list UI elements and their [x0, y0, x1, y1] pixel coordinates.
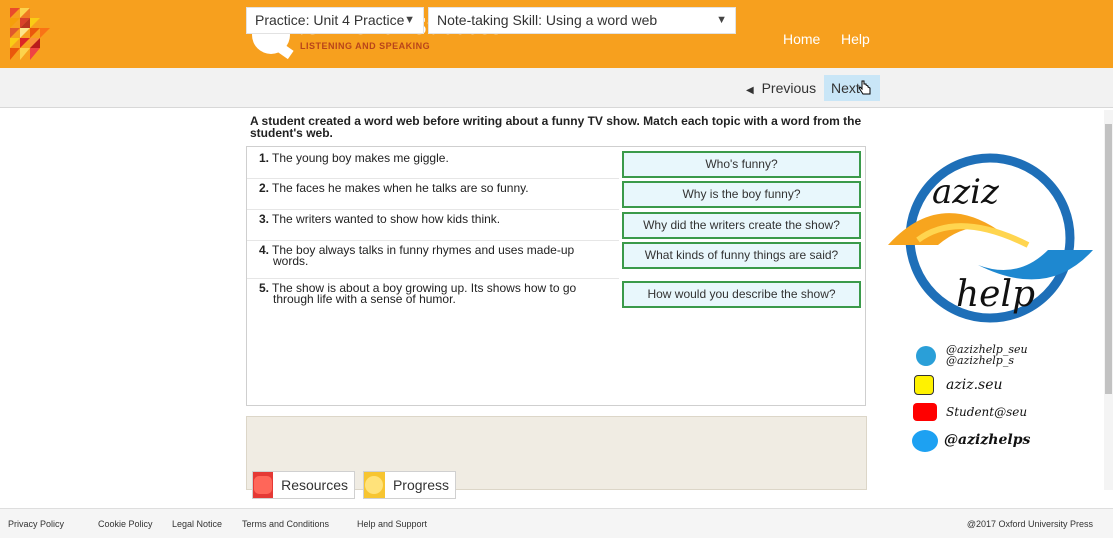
twitter-icon: [912, 430, 938, 452]
practice-select-value: Practice: Unit 4 Practice: [255, 12, 405, 28]
answer-box[interactable]: Why is the boy funny?: [622, 181, 861, 208]
folder-icon: [253, 472, 274, 498]
item-number: 1.: [259, 151, 270, 165]
answer-box[interactable]: Who's funny?: [622, 151, 861, 178]
footer-link-help[interactable]: Help and Support: [357, 519, 427, 529]
telegram-icon: [916, 346, 936, 366]
resources-label: Resources: [281, 477, 348, 493]
list-item: 5. The show is about a boy growing up. It…: [247, 282, 617, 306]
item-text-continued: through life with a sense of humor.: [273, 292, 456, 306]
telegram-handle-2: @azizhelp_s: [946, 354, 1014, 367]
item-text: The writers wanted to show how kids thin…: [272, 212, 501, 226]
watermark-word-help: help: [956, 274, 1036, 315]
activity-navbar: [0, 68, 1113, 108]
previous-label: Previous: [761, 80, 817, 96]
progress-label: Progress: [392, 477, 449, 493]
watermark-word-aziz: aziz: [932, 172, 999, 212]
resources-button[interactable]: Resources: [252, 471, 355, 499]
snapchat-icon: [914, 375, 934, 395]
hand-cursor-icon: [858, 80, 871, 95]
practice-select[interactable]: Practice: Unit 4 Practice ▼: [246, 7, 424, 34]
twitter-handle: @azizhelps: [944, 432, 1031, 448]
footer-link-terms[interactable]: Terms and Conditions: [242, 519, 329, 529]
dropdown-arrow-icon: ▼: [404, 14, 415, 26]
telegram-handles: @azizhelp_seu @azizhelp_s: [946, 344, 1028, 366]
dropdown-arrow-icon: ▼: [716, 14, 727, 26]
row-divider: [247, 240, 619, 241]
home-link[interactable]: Home: [783, 31, 820, 47]
item-text: The faces he makes when he talks are so …: [272, 181, 529, 195]
youtube-handle: Student@seu: [946, 405, 1028, 419]
item-text: The young boy makes me giggle.: [272, 151, 449, 165]
vertical-scrollbar[interactable]: [1104, 110, 1113, 490]
next-button[interactable]: Next: [824, 75, 880, 101]
snapchat-handle: aziz.seu: [946, 377, 1003, 393]
footer-link-cookie[interactable]: Cookie Policy: [98, 519, 153, 529]
next-label: Next: [831, 80, 860, 96]
youtube-icon: [913, 403, 937, 421]
list-item: 4. The boy always talks in funny rhymes a…: [247, 243, 617, 268]
row-divider: [247, 178, 619, 179]
exercise-panel: 1. The young boy makes me giggle. Who's f…: [246, 146, 866, 406]
row-divider: [247, 278, 619, 279]
footer-link-legal[interactable]: Legal Notice: [172, 519, 222, 529]
answer-box[interactable]: What kinds of funny things are said?: [622, 242, 861, 269]
page-footer: Privacy Policy Cookie Policy Legal Notic…: [0, 508, 1113, 538]
footer-link-privacy[interactable]: Privacy Policy: [8, 519, 64, 529]
activity-select-value: Note-taking Skill: Using a word web: [437, 12, 658, 28]
watermark-overlay: aziz help @azizhelp_seu @azizhelp_s aziz…: [878, 150, 1096, 460]
row-divider: [247, 209, 619, 210]
item-number: 3.: [259, 212, 270, 226]
answer-box[interactable]: Why did the writers create the show?: [622, 212, 861, 239]
list-item: 1. The young boy makes me giggle.: [247, 151, 617, 165]
list-item: 3. The writers wanted to show how kids th…: [247, 212, 617, 226]
help-link[interactable]: Help: [841, 31, 870, 47]
trophy-icon: [364, 472, 385, 498]
mosaic-logo-icon: [10, 8, 50, 60]
previous-arrow-icon: ◀: [746, 85, 754, 96]
answer-box[interactable]: How would you describe the show?: [622, 281, 861, 308]
copyright-text: @2017 Oxford University Press: [966, 519, 1093, 529]
item-text-continued: words.: [273, 254, 309, 268]
progress-button[interactable]: Progress: [363, 471, 456, 499]
previous-button[interactable]: ◀ Previous: [739, 75, 821, 101]
item-text: The boy always talks in funny rhymes and…: [272, 243, 575, 257]
list-item: 2. The faces he makes when he talks are s…: [247, 181, 617, 195]
exercise-instructions: A student created a word web before writ…: [250, 114, 862, 140]
scrollbar-thumb[interactable]: [1105, 124, 1112, 394]
activity-select[interactable]: Note-taking Skill: Using a word web ▼: [428, 7, 736, 34]
item-number: 2.: [259, 181, 270, 195]
product-subtitle: LISTENING AND SPEAKING: [300, 41, 431, 51]
